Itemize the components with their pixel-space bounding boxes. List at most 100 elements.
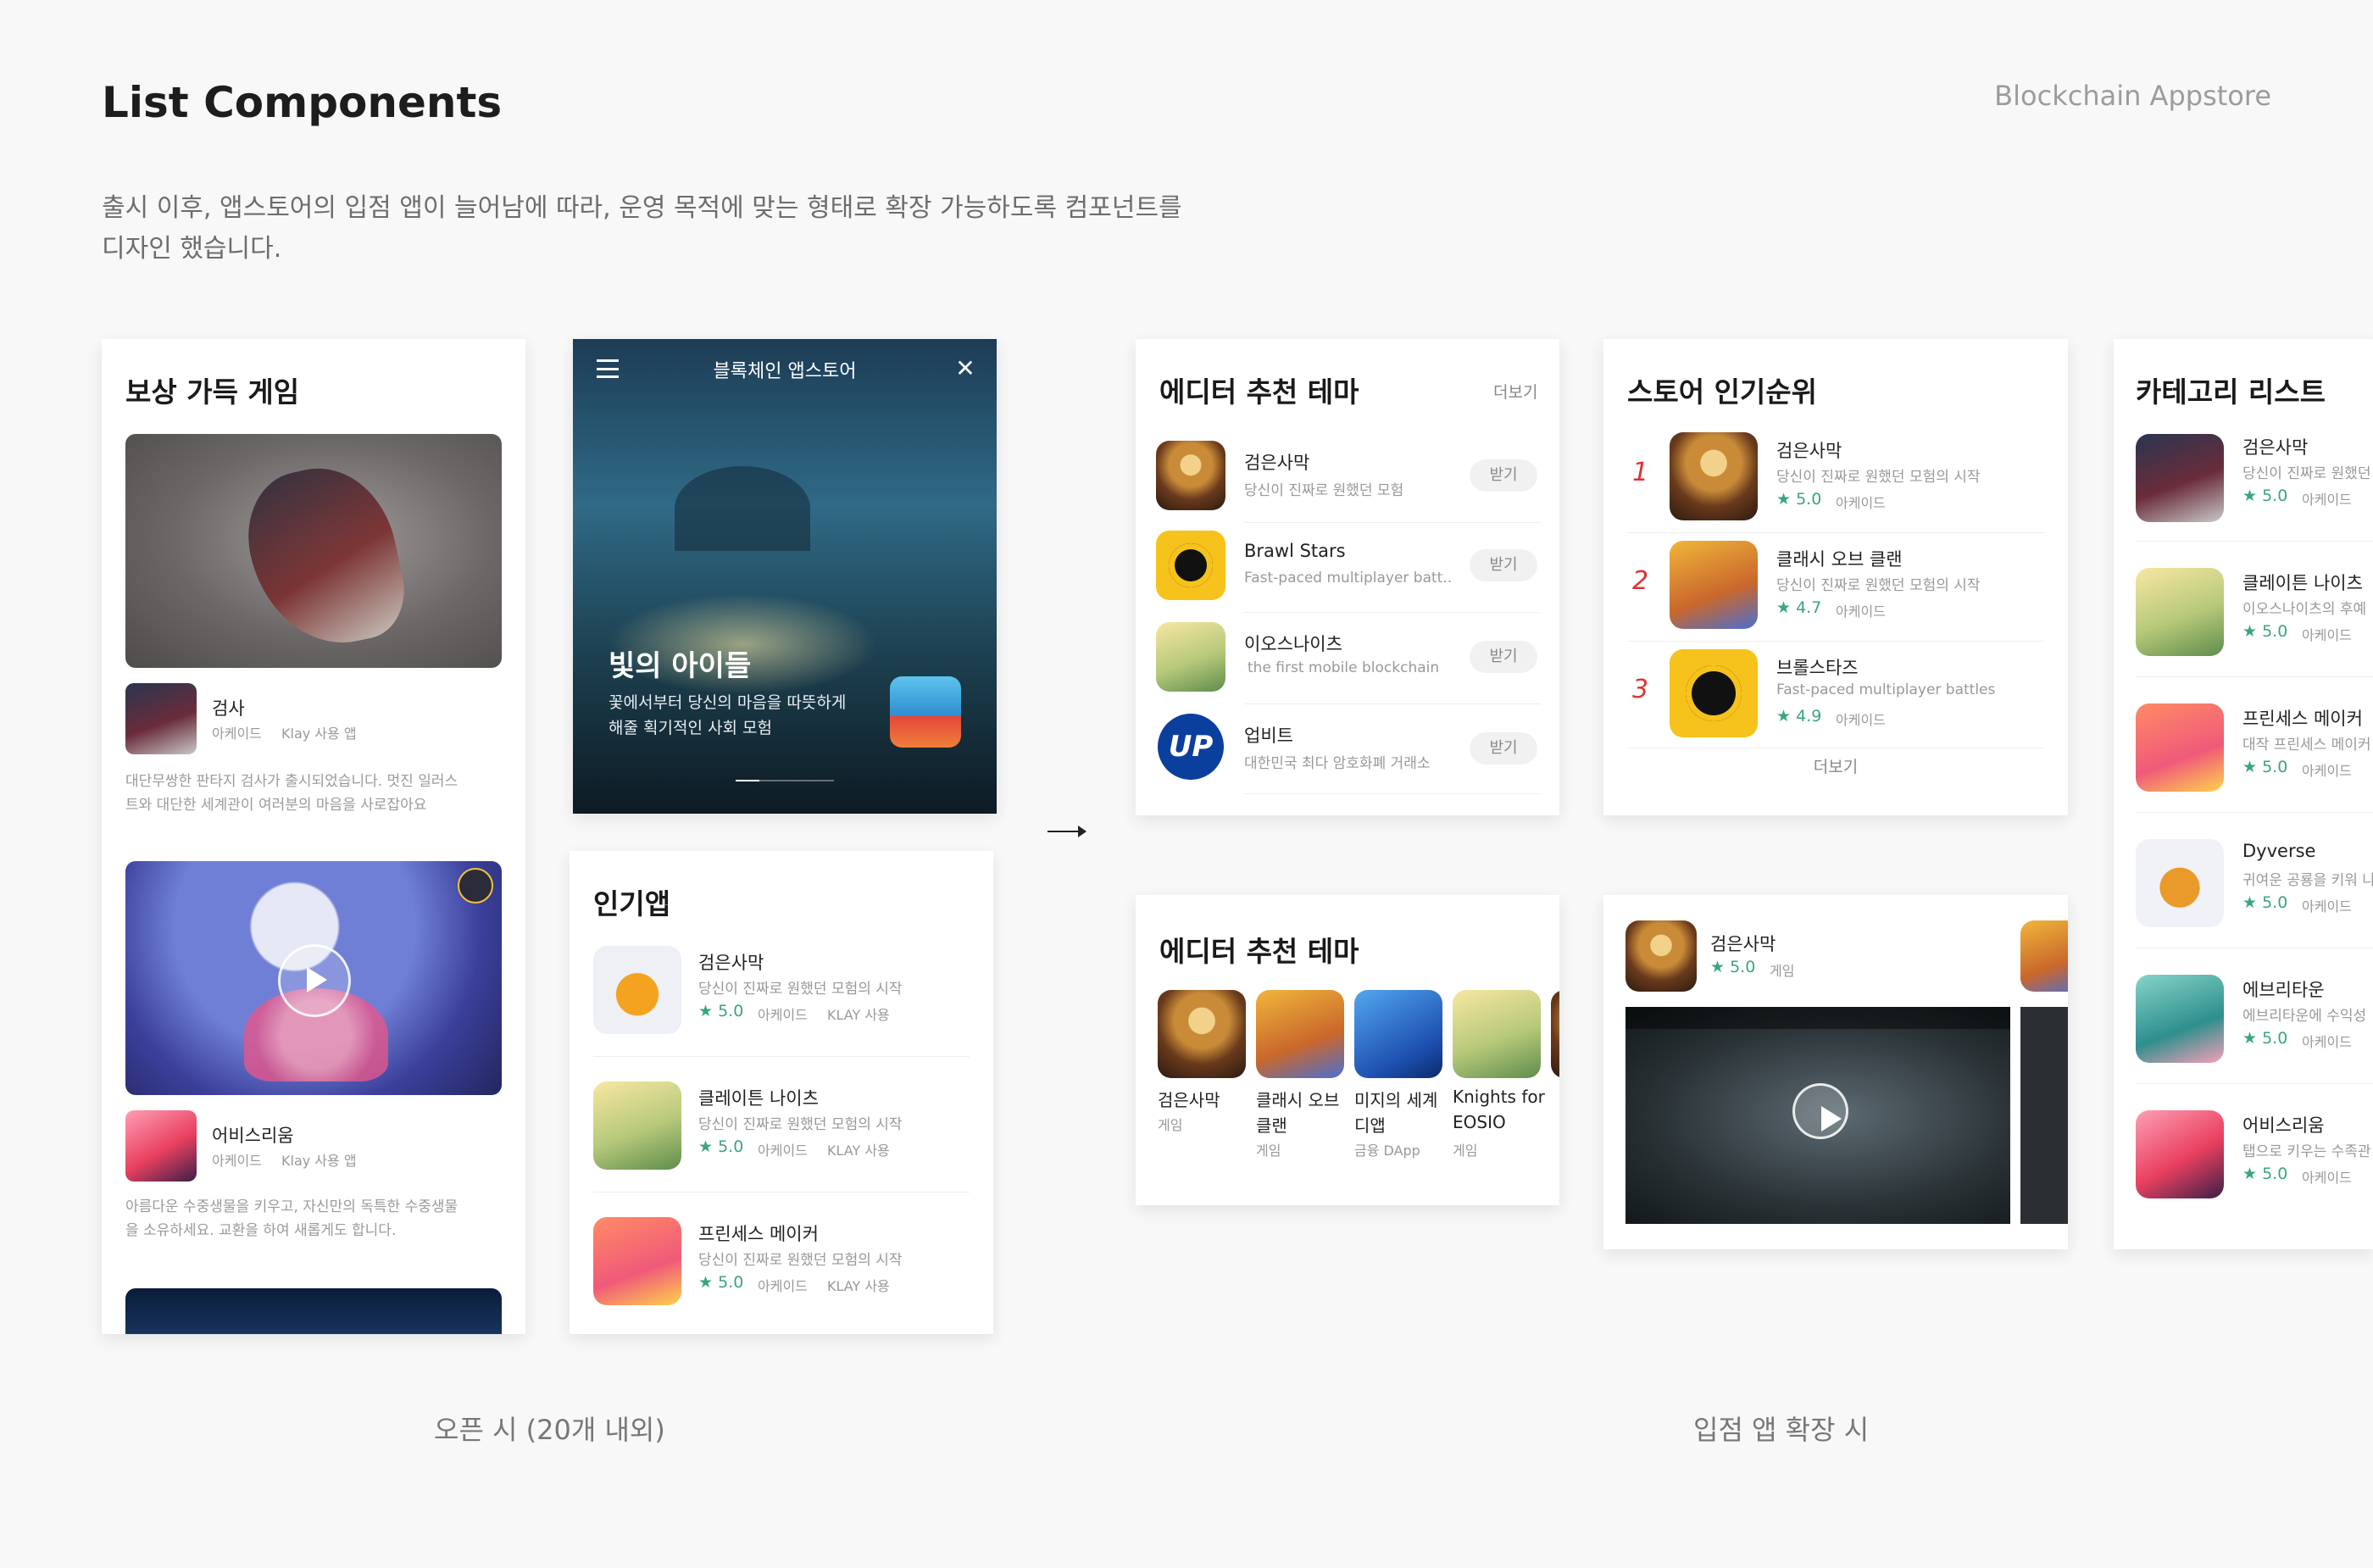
divider (1244, 522, 1541, 523)
app-description: the first mobile blockchain (1248, 659, 1440, 676)
app-icon-partial[interactable] (1551, 990, 1559, 1078)
app-icon-upbit[interactable]: UP (1156, 712, 1225, 781)
app-rating: ★ 5.0 (2242, 622, 2288, 641)
app-icon-brawl-stars[interactable] (1156, 531, 1225, 600)
app-description: 귀여운 공룡을 키워 나 (2242, 872, 2373, 889)
app-genre: 아케이드 (2302, 627, 2352, 643)
app-name: 클래시 오브 (1256, 1090, 1340, 1110)
card-title: 에디터 추천 테마 (1159, 935, 1359, 968)
app-video-card: 검은사막 ★ 5.0 게임 (1603, 895, 2068, 1249)
app-rating: ★ 5.0 (698, 1002, 744, 1020)
app-name: 검은사막 (1244, 453, 1310, 473)
app-rating: ★ 4.9 (1776, 707, 1822, 726)
app-name[interactable]: 어비스리움 (212, 1122, 294, 1148)
app-icon-knights-for-eosio[interactable] (1453, 990, 1541, 1078)
app-subtitle: 게임 (1158, 1117, 1183, 1133)
app-icon-brawl-stars[interactable] (1670, 649, 1758, 737)
get-button[interactable]: 받기 (1470, 641, 1537, 673)
app-icon-knight[interactable] (593, 1081, 681, 1170)
video-thumbnail[interactable] (1626, 1007, 2010, 1224)
arrow-icon (1048, 826, 1086, 837)
app-icon-black-desert[interactable] (1670, 432, 1758, 520)
app-icon-black-desert[interactable] (1156, 441, 1225, 510)
app-icon-dyverse[interactable] (2136, 839, 2224, 927)
app-icon-klaytn-knights[interactable] (2136, 568, 2224, 656)
store-ranking-card: 스토어 인기순위 1 검은사막 당신이 진짜로 원했던 모험의 시작 ★ 5.0… (1603, 339, 2068, 815)
get-button[interactable]: 받기 (1470, 459, 1537, 492)
app-genre: 아케이드 (758, 1278, 808, 1294)
close-icon[interactable]: ✕ (953, 356, 978, 381)
app-subtitle: 게임 (1453, 1143, 1478, 1159)
get-button[interactable]: 받기 (1470, 732, 1537, 765)
app-description: 대단무쌍한 판타지 검사가 출시되었습니다. 멋진 일러스 트와 대단한 세계관… (125, 770, 458, 817)
app-icon-eos-knights[interactable] (1156, 622, 1225, 692)
app-description: 당신이 진짜로 원했던 모험의 시작 (1776, 469, 1981, 486)
featured-image-partial[interactable] (125, 1288, 502, 1334)
banner-card: 블록체인 앱스토어 ✕ 빛의 아이들 꽃에서부터 당신의 마음을 따뜻하게 해줄… (573, 339, 997, 814)
divider (1627, 532, 2044, 533)
divider (1244, 793, 1541, 794)
more-link[interactable]: 더보기 (1603, 754, 2068, 777)
featured-image-swordsman[interactable] (125, 434, 502, 668)
app-genre: 아케이드 (1836, 603, 1886, 620)
app-icon-princess[interactable] (593, 1217, 681, 1305)
app-description-line: 트와 대단한 세계관이 여러분의 마음을 사로잡아요 (125, 797, 427, 814)
caption-expand: 입점 앱 확장 시 (1693, 1414, 1870, 1446)
app-icon-princess-maker[interactable] (2136, 703, 2224, 792)
banner-title: 블록체인 앱스토어 (713, 361, 857, 382)
app-name: 미지의 세계 (1354, 1090, 1438, 1110)
play-icon[interactable] (278, 944, 351, 1017)
app-description: Fast-paced multiplayer batt.. (1244, 570, 1453, 587)
app-icon-partial[interactable] (2020, 920, 2068, 992)
app-name: 어비스리움 (2242, 1115, 2325, 1136)
featured-video-abyssrium[interactable] (125, 861, 502, 1095)
app-icon-black-desert[interactable] (1158, 990, 1246, 1078)
app-name: 클레이튼 나이츠 (698, 1088, 819, 1109)
app-icon-black-desert[interactable] (2136, 434, 2224, 522)
divider (1244, 612, 1541, 613)
app-genre: 아케이드 (2302, 898, 2352, 915)
app-tag: KLAY 사용 (827, 1143, 890, 1159)
category-list-card: 카테고리 리스트 검은사막 당신이 진짜로 원했던 ★ 5.0 아케이드 클레이… (2114, 339, 2373, 1249)
app-icon-clash-of-clans[interactable] (1670, 541, 1758, 629)
divider (2136, 676, 2373, 677)
app-icon-everytown[interactable] (2136, 975, 2224, 1063)
app-description: 당신이 진짜로 원했던 모험의 시작 (698, 981, 903, 998)
rank-number: 2 (1632, 566, 1649, 596)
app-rating: ★ 5.0 (2242, 1165, 2288, 1183)
app-genre: 아케이드 (1836, 712, 1886, 728)
get-button[interactable]: 받기 (1470, 549, 1537, 581)
app-icon-swordsman[interactable] (125, 683, 197, 754)
app-name: 검은사막 (1158, 1090, 1220, 1110)
app-rating: ★ 5.0 (1710, 958, 1756, 976)
app-name[interactable]: 검사 (212, 695, 245, 720)
rank-number: 1 (1632, 458, 1649, 487)
swordsman-figure (236, 454, 414, 659)
video-thumbnail-partial[interactable] (2020, 1007, 2068, 1224)
app-genre: 아케이드 (758, 1007, 808, 1023)
card-title: 에디터 추천 테마 (1159, 375, 1359, 409)
divider (2136, 812, 2373, 813)
more-link[interactable]: 더보기 (1493, 380, 1537, 403)
app-icon-crystal-world[interactable] (1354, 990, 1442, 1078)
app-icon-clash-of-clans[interactable] (1256, 990, 1344, 1078)
app-tag: KLAY 사용 (827, 1007, 890, 1023)
app-icon-dragon[interactable] (593, 946, 681, 1034)
app-description: 당신이 진짜로 원했던 모험의 시작 (1776, 577, 1981, 594)
app-genre: 아케이드 (212, 1153, 262, 1169)
app-tag: Klay 사용 앱 (281, 726, 357, 742)
rank-number: 3 (1632, 675, 1649, 704)
app-icon-black-desert[interactable] (1626, 920, 1697, 992)
editor-theme-grid-card: 에디터 추천 테마 검은사막 게임 클래시 오브 클랜 게임 미지의 세계 디앱… (1136, 895, 1559, 1205)
app-description: 이오스나이츠의 후예 (2242, 601, 2367, 618)
app-name: 업비트 (1244, 726, 1293, 746)
editor-theme-list-card: 에디터 추천 테마 더보기 검은사막 당신이 진짜로 원했던 모험 받기 Bra… (1136, 339, 1559, 815)
app-icon-sky[interactable] (890, 676, 961, 748)
app-name-line-2: 디앱 (1354, 1115, 1386, 1136)
app-name: 검은사막 (698, 953, 764, 973)
app-genre: 아케이드 (2302, 1034, 2352, 1050)
app-icon-abyssrium[interactable] (2136, 1110, 2224, 1198)
reward-games-card: 보상 가득 게임 검사 아케이드 Klay 사용 앱 대단무쌍한 판타지 검사가… (102, 339, 525, 1334)
play-icon[interactable] (1792, 1083, 1848, 1139)
app-icon-abyssrium[interactable] (125, 1110, 197, 1182)
